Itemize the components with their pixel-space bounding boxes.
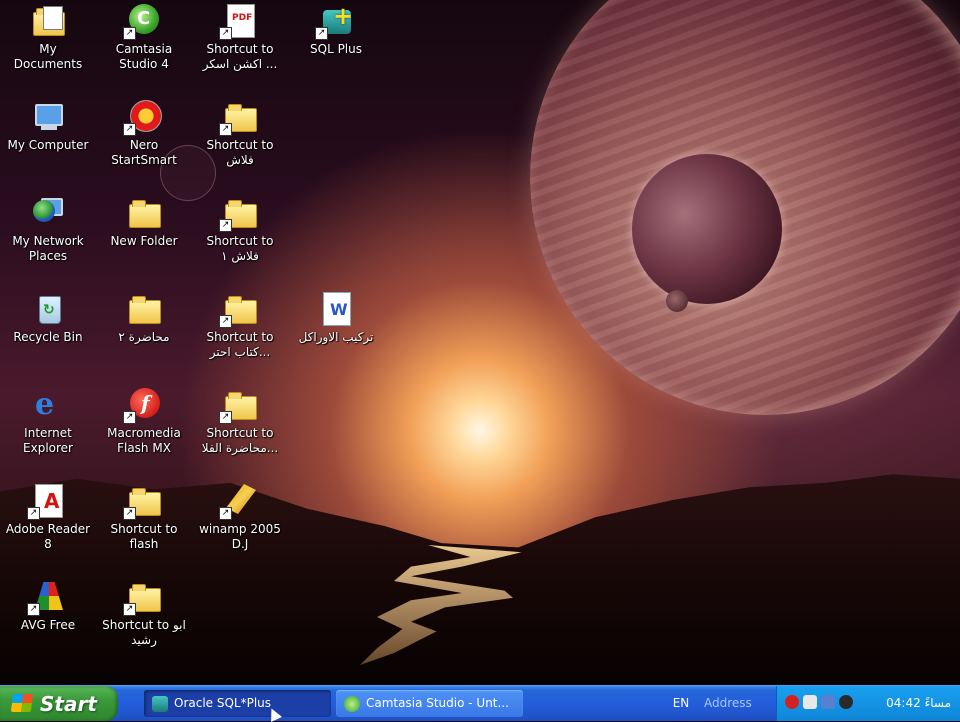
sql-plus-icon xyxy=(152,696,168,712)
desktop-icon-avg-free[interactable]: ↗ AVG Free xyxy=(3,580,93,633)
tray-volume-icon[interactable] xyxy=(839,695,853,709)
desktop-icon-adobe-reader[interactable]: A ↗ Adobe Reader 8 xyxy=(3,484,93,552)
nero-icon: ↗ xyxy=(123,100,162,136)
windows-logo-icon xyxy=(10,694,34,712)
desktop-icon-label: Recycle Bin xyxy=(13,330,83,344)
network-places-icon xyxy=(31,196,65,230)
tray-security-icon[interactable] xyxy=(821,695,835,709)
taskbar-button-camtasia[interactable]: Camtasia Studio - Unt... xyxy=(336,690,523,717)
address-toolbar-label[interactable]: Address xyxy=(704,690,752,717)
folder-icon xyxy=(127,292,161,326)
desktop-icon-label: My Documents xyxy=(13,42,83,71)
word-document-icon: W xyxy=(319,292,353,326)
desktop-icon-recycle-bin[interactable]: ↻ Recycle Bin xyxy=(3,292,93,345)
folder-icon xyxy=(127,196,161,230)
desktop-icon-my-network-places[interactable]: My Network Places xyxy=(3,196,93,264)
desktop-icon-label: Macromedia Flash MX xyxy=(107,426,181,455)
desktop-icon-my-documents[interactable]: My Documents xyxy=(3,4,93,72)
desktop-icon-winamp[interactable]: ↗ winamp 2005 D.J xyxy=(195,484,285,552)
pdf-icon: PDF ↗ xyxy=(219,4,257,40)
folder-icon: ↗ xyxy=(219,292,257,328)
recycle-bin-icon: ↻ xyxy=(31,292,65,326)
desktop-icon-label: Camtasia Studio 4 xyxy=(115,42,173,71)
desktop-icon-label: Internet Explorer xyxy=(23,426,73,455)
desktop-icon-label: Nero StartSmart xyxy=(111,138,177,167)
internet-explorer-icon: e xyxy=(35,387,55,422)
winamp-icon: ↗ xyxy=(219,484,257,520)
start-label: Start xyxy=(40,692,97,716)
camtasia-icon: C ↗ xyxy=(123,4,161,40)
desktop-icon-label: Shortcut to فلاش xyxy=(206,138,274,167)
desktop-icon-shortcut-flash-lecture[interactable]: ↗ Shortcut to محاضرة الفلا... xyxy=(195,388,285,456)
system-tray: 04:42 مساءً xyxy=(776,686,960,721)
desktop-icon-label: Shortcut to ابو رشيد xyxy=(102,618,186,647)
tray-network-icon[interactable] xyxy=(803,695,817,709)
desktop-icon-label: محاضرة ٢ xyxy=(118,330,170,344)
desktop-icon-camtasia-studio[interactable]: C ↗ Camtasia Studio 4 xyxy=(99,4,189,72)
wallpaper-planet-small xyxy=(632,154,782,304)
start-button[interactable]: Start xyxy=(0,686,118,721)
camtasia-icon xyxy=(344,696,360,712)
desktop-icon-shortcut-flash[interactable]: ↗ Shortcut to flash xyxy=(99,484,189,552)
taskbar-button-oracle-sqlplus[interactable]: Oracle SQL*Plus xyxy=(144,690,331,717)
my-documents-icon xyxy=(31,4,65,38)
desktop-icon-label: Shortcut to فلاش ١ xyxy=(206,234,274,263)
tray-app-icon[interactable] xyxy=(785,695,799,709)
sql-plus-icon: + ↗ xyxy=(315,2,353,40)
desktop-icon-shortcut-flash-ar[interactable]: ↗ Shortcut to فلاش xyxy=(195,100,285,168)
desktop-icon-label: تركيب الاوراكل xyxy=(298,330,374,344)
desktop-icon-my-computer[interactable]: My Computer xyxy=(3,100,93,153)
desktop-icon-label: SQL Plus xyxy=(310,42,362,56)
wallpaper-moon xyxy=(666,290,688,312)
my-computer-icon xyxy=(31,100,65,134)
folder-icon: ↗ xyxy=(219,100,257,136)
desktop-icon-label: Shortcut to كتاب احتر... xyxy=(206,330,274,359)
desktop-icon-nero-startsmart[interactable]: ↗ Nero StartSmart xyxy=(99,100,189,168)
desktop-icon-label: Adobe Reader 8 xyxy=(5,522,91,551)
desktop-icon-label: Shortcut to flash xyxy=(110,522,178,551)
desktop-icon-label: winamp 2005 D.J xyxy=(199,522,281,551)
desktop-icon-label: New Folder xyxy=(110,234,178,248)
desktop-icon-lecture-2[interactable]: محاضرة ٢ xyxy=(99,292,189,345)
desktop-icon-shortcut-action-script[interactable]: PDF ↗ Shortcut to اكشن اسكر ... xyxy=(195,4,285,72)
desktop-icon-sql-plus[interactable]: + ↗ SQL Plus xyxy=(291,2,381,57)
desktop-icon-label: Shortcut to اكشن اسكر ... xyxy=(202,42,278,71)
desktop-icon-macromedia-flash[interactable]: f ↗ Macromedia Flash MX xyxy=(99,388,189,456)
language-indicator[interactable]: EN xyxy=(670,690,692,717)
taskbar-button-label: Camtasia Studio - Unt... xyxy=(366,696,509,710)
desktop-icon-shortcut-book[interactable]: ↗ Shortcut to كتاب احتر... xyxy=(195,292,285,360)
folder-icon: ↗ xyxy=(219,388,257,424)
desktop-icon-internet-explorer[interactable]: e Internet Explorer xyxy=(3,388,93,456)
folder-icon: ↗ xyxy=(219,196,257,232)
desktop-icon-oracle-install[interactable]: W تركيب الاوراكل xyxy=(291,292,381,345)
taskbar-clock[interactable]: 04:42 مساءً xyxy=(886,686,951,721)
flash-icon: f ↗ xyxy=(123,388,161,424)
desktop-icon-label: AVG Free xyxy=(20,618,76,632)
desktop-icon-new-folder[interactable]: New Folder xyxy=(99,196,189,249)
desktop-icon-label: My Network Places xyxy=(12,234,84,263)
avg-icon: ↗ xyxy=(27,580,65,616)
desktop-icon-label: My Computer xyxy=(7,138,89,152)
folder-icon: ↗ xyxy=(123,580,161,616)
desktop-icon-label: Shortcut to محاضرة الفلا... xyxy=(201,426,279,455)
desktop-icon-shortcut-flash-1[interactable]: ↗ Shortcut to فلاش ١ xyxy=(195,196,285,264)
taskbar-button-label: Oracle SQL*Plus xyxy=(174,696,272,710)
folder-icon: ↗ xyxy=(123,484,161,520)
taskbar: Start Oracle SQL*Plus Camtasia Studio - … xyxy=(0,685,960,721)
desktop-icon-shortcut-abu-rashid[interactable]: ↗ Shortcut to ابو رشيد xyxy=(99,580,189,648)
adobe-reader-icon: A ↗ xyxy=(27,484,65,520)
